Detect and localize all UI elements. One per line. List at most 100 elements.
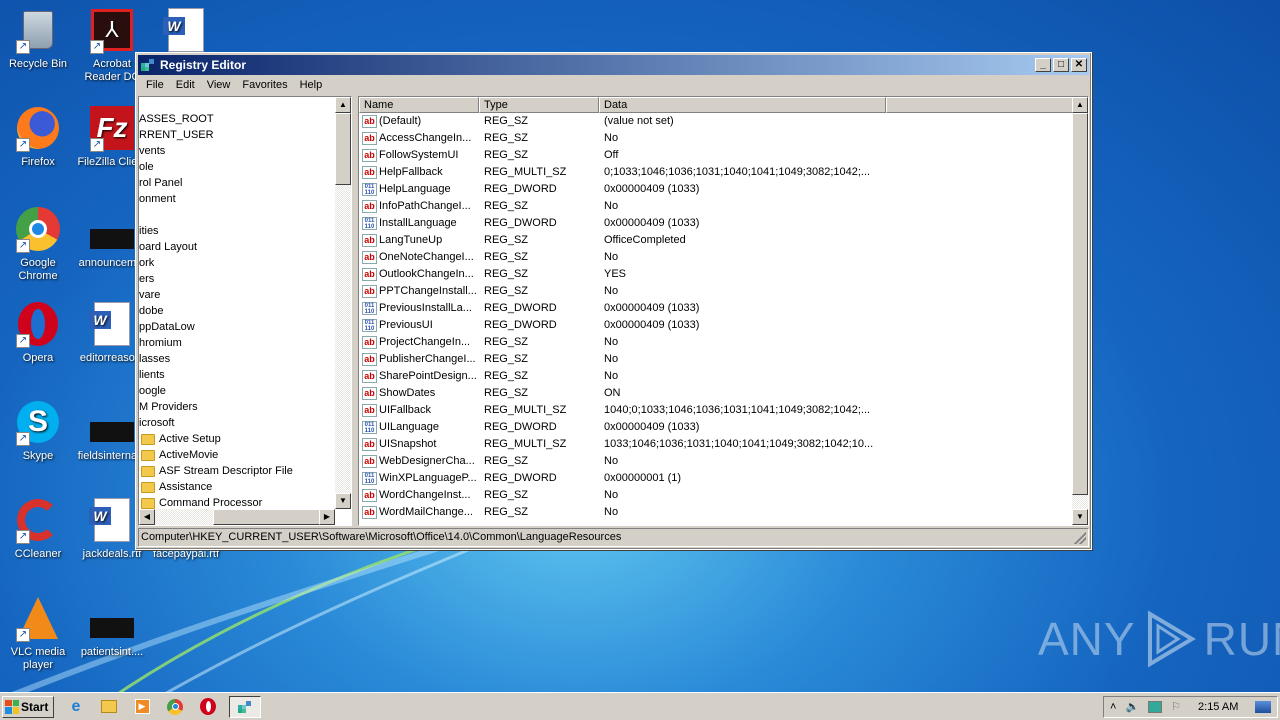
hscroll-thumb[interactable] (213, 509, 321, 525)
desktop-icon[interactable]: S ↗ Skype (0, 398, 76, 463)
value-row[interactable]: ab UISnapshot REG_MULTI_SZ 1033;1046;1036;1… (359, 436, 1088, 453)
desktop-icon[interactable]: patientsint.... (74, 594, 150, 659)
value-row[interactable]: ab OutlookChangeIn... REG_SZ YES (359, 266, 1088, 283)
tree-item[interactable]: hromium (139, 335, 335, 351)
scroll-up-button[interactable]: ▲ (335, 97, 351, 113)
desktop-icon[interactable]: ↗ Recycle Bin (0, 6, 76, 71)
title-bar[interactable]: Registry Editor _ □ ✕ (138, 55, 1089, 75)
desktop-icon[interactable]: ↗ Opera (0, 300, 76, 365)
chrome-icon[interactable] (164, 696, 186, 718)
desktop-icon[interactable]: ↗ VLC media player (0, 594, 76, 672)
tree-item[interactable]: ities (139, 223, 335, 239)
tree-item[interactable]: rol Panel (139, 175, 335, 191)
tree-item[interactable]: M Providers (139, 399, 335, 415)
desktop-icon-label: Firefox (21, 156, 55, 168)
menu-file[interactable]: File (140, 79, 170, 91)
value-row[interactable]: ab InfoPathChangeI... REG_SZ No (359, 198, 1088, 215)
menu-favorites[interactable]: Favorites (236, 79, 293, 91)
scroll-right-button[interactable]: ▶ (319, 509, 335, 525)
value-row[interactable]: 011 110 PreviousUI REG_DWORD 0x00000409 (103… (359, 317, 1088, 334)
desktop-icon[interactable]: W (148, 6, 224, 58)
tree-item[interactable]: lients (139, 367, 335, 383)
tree-item[interactable]: dobe (139, 303, 335, 319)
resize-grip[interactable] (1074, 532, 1086, 544)
value-row[interactable]: 011 110 PreviousInstallLa... REG_DWORD 0x000… (359, 300, 1088, 317)
value-row[interactable]: ab PPTChangeInstall... REG_SZ No (359, 283, 1088, 300)
tree-item[interactable]: oogle (139, 383, 335, 399)
tree-vertical-scrollbar[interactable]: ▲ ▼ (335, 97, 351, 509)
value-row[interactable]: ab WordChangeInst... REG_SZ No (359, 487, 1088, 504)
value-row[interactable]: ab WordMailChange... REG_SZ No (359, 504, 1088, 521)
string-value-icon: ab (362, 132, 377, 145)
value-row[interactable]: 011 110 WinXPLanguageP... REG_DWORD 0x000000… (359, 470, 1088, 487)
tree-item[interactable]: icrosoft (139, 415, 335, 431)
tree-item[interactable]: Active Setup (139, 431, 335, 447)
tree-item[interactable]: oard Layout (139, 239, 335, 255)
desktop-icon[interactable]: ↗ Firefox (0, 104, 76, 169)
tree-item[interactable]: ActiveMovie (139, 447, 335, 463)
close-button[interactable]: ✕ (1071, 58, 1087, 72)
tree-item[interactable]: Assistance (139, 479, 335, 495)
menu-help[interactable]: Help (294, 79, 329, 91)
value-row[interactable]: 011 110 HelpLanguage REG_DWORD 0x00000409 (1… (359, 181, 1088, 198)
network-icon[interactable] (1148, 700, 1163, 713)
desktop-icon[interactable]: ↗ Google Chrome (0, 205, 76, 283)
tree-item[interactable]: RRENT_USER (139, 127, 335, 143)
column-header-type[interactable]: Type (479, 97, 599, 113)
value-row[interactable]: ab WebDesignerCha... REG_SZ No (359, 453, 1088, 470)
desktop-icon[interactable]: ↗ CCleaner (0, 496, 76, 561)
value-row[interactable]: ab FollowSystemUI REG_SZ Off (359, 147, 1088, 164)
value-row[interactable]: 011 110 InstallLanguage REG_DWORD 0x00000409… (359, 215, 1088, 232)
action-center-flag-icon[interactable]: ⚐ (1171, 700, 1181, 713)
show-hidden-icons-icon[interactable]: ˄ (1110, 701, 1116, 713)
volume-icon[interactable]: 🔈 (1125, 700, 1139, 713)
clock[interactable]: 2:15 AM (1198, 701, 1238, 713)
minimize-button[interactable]: _ (1035, 58, 1051, 72)
media-player-icon[interactable]: ▶ (131, 696, 153, 718)
show-desktop-button[interactable] (1255, 700, 1271, 713)
tree-item[interactable]: vare (139, 287, 335, 303)
list-scroll-up-button[interactable]: ▲ (1072, 97, 1088, 113)
value-row[interactable]: 011 110 UILanguage REG_DWORD 0x00000409 (103… (359, 419, 1088, 436)
internet-explorer-icon[interactable]: e (65, 696, 87, 718)
scroll-down-button[interactable]: ▼ (335, 493, 351, 509)
menu-edit[interactable]: Edit (170, 79, 201, 91)
value-row[interactable]: ab SharePointDesign... REG_SZ No (359, 368, 1088, 385)
list-scroll-thumb[interactable] (1072, 113, 1088, 495)
value-name: 011 110 HelpLanguage (359, 181, 479, 198)
tree-item[interactable]: lasses (139, 351, 335, 367)
value-row[interactable]: ab UIFallback REG_MULTI_SZ 1040;0;1033;1046… (359, 402, 1088, 419)
list-scroll-down-button[interactable]: ▼ (1072, 509, 1088, 525)
menu-view[interactable]: View (201, 79, 237, 91)
tree-item[interactable]: ASSES_ROOT (139, 111, 335, 127)
column-header-data[interactable]: Data (599, 97, 886, 113)
opera-icon[interactable] (197, 696, 219, 718)
value-row[interactable]: ab OneNoteChangeI... REG_SZ No (359, 249, 1088, 266)
value-name-text: WebDesignerCha... (379, 455, 475, 467)
start-button[interactable]: Start (2, 695, 54, 718)
column-header-name[interactable]: Name (359, 97, 479, 113)
tree-item[interactable]: vents (139, 143, 335, 159)
tree-item[interactable]: ork (139, 255, 335, 271)
scroll-left-button[interactable]: ◀ (139, 509, 155, 525)
tree-item[interactable]: ers (139, 271, 335, 287)
tree-item[interactable]: onment (139, 191, 335, 207)
taskbar-registry-editor[interactable] (229, 695, 261, 718)
maximize-button[interactable]: □ (1053, 58, 1069, 72)
value-row[interactable]: ab LangTuneUp REG_SZ OfficeCompleted (359, 232, 1088, 249)
string-value-icon: ab (362, 200, 377, 213)
value-row[interactable]: ab ProjectChangeIn... REG_SZ No (359, 334, 1088, 351)
value-row[interactable]: ab (Default) REG_SZ (value not set) (359, 113, 1088, 130)
tree-item[interactable]: ole (139, 159, 335, 175)
value-row[interactable]: ab ShowDates REG_SZ ON (359, 385, 1088, 402)
tree-horizontal-scrollbar[interactable]: ◀ ▶ (139, 509, 335, 525)
file-explorer-icon[interactable] (98, 696, 120, 718)
value-row[interactable]: ab PublisherChangeI... REG_SZ No (359, 351, 1088, 368)
tree-item[interactable]: ppDataLow (139, 319, 335, 335)
tree-item[interactable] (139, 207, 335, 223)
list-vertical-scrollbar[interactable]: ▲ ▼ (1072, 97, 1088, 525)
scroll-thumb[interactable] (335, 113, 351, 185)
value-row[interactable]: ab HelpFallback REG_MULTI_SZ 0;1033;1046;10… (359, 164, 1088, 181)
value-row[interactable]: ab AccessChangeIn... REG_SZ No (359, 130, 1088, 147)
tree-item[interactable]: ASF Stream Descriptor File (139, 463, 335, 479)
